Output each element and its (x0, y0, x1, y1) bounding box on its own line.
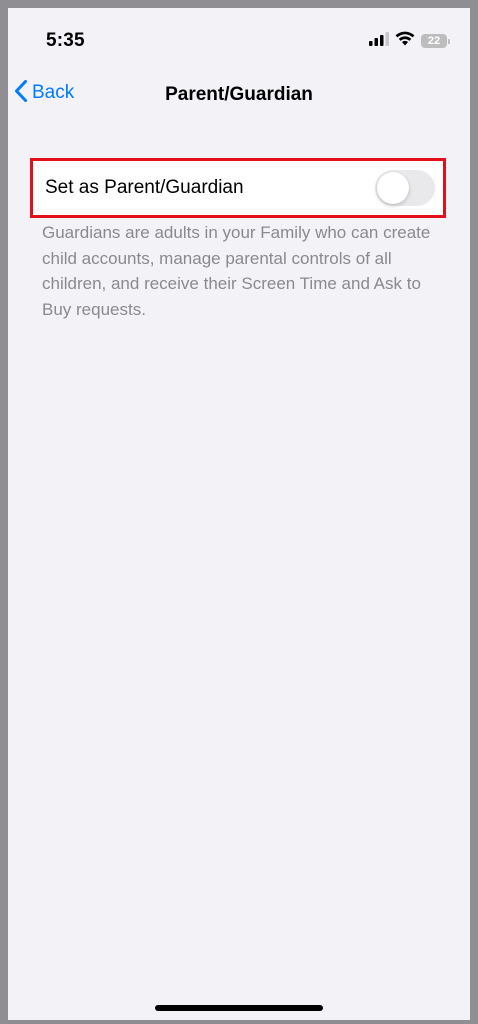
page-title: Parent/Guardian (165, 84, 313, 105)
set-as-guardian-toggle[interactable] (375, 170, 435, 206)
status-bar: 5:35 22 (8, 8, 470, 68)
navigation-bar: Back Parent/Guardian (8, 68, 470, 120)
battery-tip (448, 38, 450, 44)
wifi-icon (395, 31, 415, 51)
set-as-guardian-label: Set as Parent/Guardian (45, 177, 244, 198)
battery-icon: 22 (421, 34, 447, 48)
status-icons: 22 (369, 30, 450, 52)
phone-screen: 5:35 22 Back Parent/Guardian Set as Pare… (0, 0, 478, 1024)
status-time: 5:35 (46, 30, 85, 51)
home-indicator[interactable] (155, 1005, 323, 1011)
battery-level: 22 (427, 35, 441, 47)
battery-indicator: 22 (421, 34, 450, 48)
cellular-signal-icon (369, 31, 389, 51)
set-as-guardian-row: Set as Parent/Guardian (30, 158, 446, 218)
guardian-description: Guardians are adults in your Family who … (42, 223, 431, 319)
toggle-knob (377, 172, 409, 204)
